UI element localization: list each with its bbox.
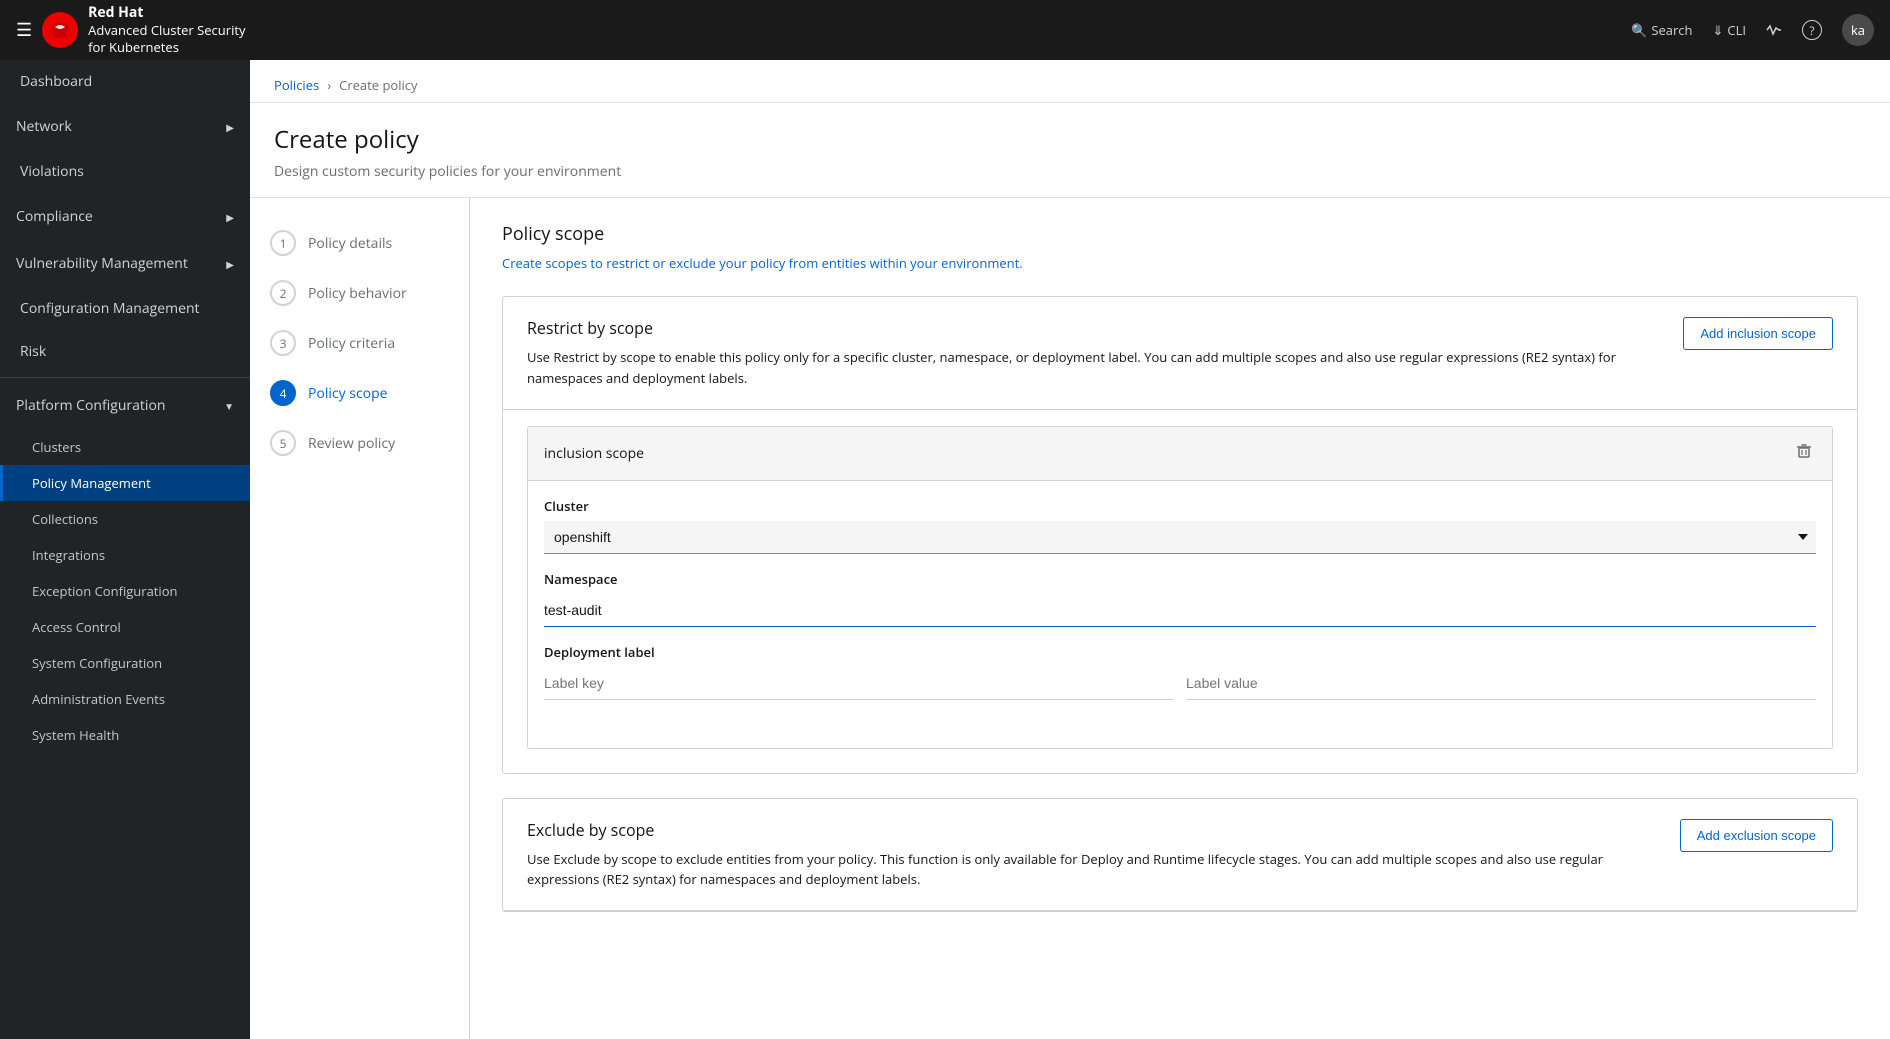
policy-scope-title: Policy scope (502, 222, 1858, 246)
deployment-label-row (544, 667, 1816, 716)
scope-card-body: Cluster openshift production staging dev (528, 481, 1832, 748)
trash-icon (1796, 443, 1812, 464)
exclude-section-info: Exclude by scope Use Exclude by scope to… (527, 819, 1656, 891)
step-number-4: 4 (270, 380, 296, 406)
sidebar-subitem-exception-configuration[interactable]: Exception Configuration (0, 573, 250, 609)
chevron-right-icon: ▶ (226, 257, 234, 271)
page-subtitle: Design custom security policies for your… (274, 162, 1866, 181)
step-label-4: Policy scope (308, 384, 388, 403)
sidebar-subitem-clusters[interactable]: Clusters (0, 429, 250, 465)
breadcrumb-current: Create policy (339, 76, 417, 94)
deployment-label-label: Deployment label (544, 643, 1816, 661)
step-number-2: 2 (270, 280, 296, 306)
namespace-form-group: Namespace (544, 570, 1816, 627)
wizard-step-5[interactable]: 5 Review policy (250, 418, 469, 468)
sidebar-subitem-system-configuration[interactable]: System Configuration (0, 645, 250, 681)
wizard-steps: 1 Policy details 2 Policy behavior 3 (250, 198, 470, 1039)
exclude-by-scope-section: Exclude by scope Use Exclude by scope to… (502, 798, 1858, 913)
policy-scope-description: Create scopes to restrict or exclude you… (502, 254, 1858, 272)
search-button[interactable]: 🔍 Search (1631, 21, 1692, 39)
restrict-by-scope-section: Restrict by scope Use Restrict by scope … (502, 296, 1858, 774)
chevron-down-icon: ▼ (224, 399, 234, 413)
wizard-step-2[interactable]: 2 Policy behavior (250, 268, 469, 318)
sidebar: Dashboard Network ▶ Violations Complianc… (0, 60, 250, 1039)
restrict-section-desc: Use Restrict by scope to enable this pol… (527, 347, 1659, 389)
step-label-2: Policy behavior (308, 284, 407, 303)
add-inclusion-scope-button[interactable]: Add inclusion scope (1683, 317, 1833, 350)
sidebar-item-platform-configuration[interactable]: Platform Configuration ▼ (0, 382, 250, 429)
exclude-section-title: Exclude by scope (527, 819, 1656, 841)
user-avatar[interactable]: ka (1842, 14, 1874, 46)
breadcrumb: Policies › Create policy (250, 60, 1890, 103)
sidebar-item-violations[interactable]: Violations (0, 150, 250, 193)
brand-area: ☰ Red Hat Advanced Cluster Security for … (16, 4, 1619, 56)
step-number-5: 5 (270, 430, 296, 456)
sidebar-item-vulnerability-management[interactable]: Vulnerability Management ▶ (0, 240, 250, 287)
cluster-form-group: Cluster openshift production staging dev (544, 497, 1816, 554)
sidebar-item-risk[interactable]: Risk (0, 330, 250, 373)
restrict-section-header: Restrict by scope Use Restrict by scope … (503, 297, 1857, 410)
cli-button[interactable]: ⇓ CLI (1712, 21, 1746, 39)
wizard-content: Policy scope Create scopes to restrict o… (470, 198, 1890, 1039)
exclude-section-desc: Use Exclude by scope to exclude entities… (527, 849, 1656, 891)
chevron-right-icon: ▶ (226, 120, 234, 134)
cluster-select[interactable]: openshift production staging dev (544, 521, 1816, 554)
sidebar-item-dashboard[interactable]: Dashboard (0, 60, 250, 103)
label-value-group (1186, 667, 1816, 700)
search-icon: 🔍 (1631, 21, 1647, 39)
sidebar-subitem-administration-events[interactable]: Administration Events (0, 681, 250, 717)
sidebar-item-configuration-management[interactable]: Configuration Management (0, 287, 250, 330)
restrict-scope-content: inclusion scope (503, 426, 1857, 773)
sidebar-item-network[interactable]: Network ▶ (0, 103, 250, 150)
sidebar-subitem-policy-management[interactable]: Policy Management (0, 465, 250, 501)
scope-card-header: inclusion scope (528, 427, 1832, 481)
content-area: Policies › Create policy Create policy D… (250, 60, 1890, 1039)
sidebar-subitem-system-health[interactable]: System Health (0, 717, 250, 753)
wizard-step-3[interactable]: 3 Policy criteria (250, 318, 469, 368)
label-key-group (544, 667, 1174, 700)
label-key-input[interactable] (544, 667, 1174, 700)
cluster-label: Cluster (544, 497, 1816, 515)
brand-logo (42, 12, 78, 48)
namespace-input[interactable] (544, 594, 1816, 627)
breadcrumb-parent[interactable]: Policies (274, 76, 319, 94)
wizard-step-4[interactable]: 4 Policy scope (250, 368, 469, 418)
restrict-section-title: Restrict by scope (527, 317, 1659, 339)
label-value-input[interactable] (1186, 667, 1816, 700)
scope-card-title: inclusion scope (544, 444, 644, 463)
inclusion-scope-card: inclusion scope (527, 426, 1833, 749)
brand-text: Red Hat Advanced Cluster Security for Ku… (88, 4, 245, 56)
sidebar-subitem-collections[interactable]: Collections (0, 501, 250, 537)
top-navigation: ☰ Red Hat Advanced Cluster Security for … (0, 0, 1890, 60)
activity-icon[interactable] (1766, 22, 1782, 38)
sidebar-subitem-access-control[interactable]: Access Control (0, 609, 250, 645)
sidebar-item-compliance[interactable]: Compliance ▶ (0, 193, 250, 240)
page-header: Create policy Design custom security pol… (250, 103, 1890, 198)
main-layout: Dashboard Network ▶ Violations Complianc… (0, 60, 1890, 1039)
page-title: Create policy (274, 123, 1866, 156)
step-label-1: Policy details (308, 234, 392, 253)
help-button[interactable]: ? (1802, 20, 1822, 40)
breadcrumb-separator: › (327, 76, 331, 94)
add-exclusion-scope-button[interactable]: Add exclusion scope (1680, 819, 1833, 852)
deployment-label-form-group: Deployment label (544, 643, 1816, 716)
delete-scope-button[interactable] (1792, 439, 1816, 468)
sidebar-divider (0, 377, 250, 378)
hamburger-icon[interactable]: ☰ (16, 18, 32, 42)
exclude-section-header: Exclude by scope Use Exclude by scope to… (503, 799, 1857, 912)
step-number-1: 1 (270, 230, 296, 256)
download-icon: ⇓ (1712, 21, 1723, 39)
wizard-step-1[interactable]: 1 Policy details (250, 218, 469, 268)
step-label-5: Review policy (308, 434, 395, 453)
sidebar-subitem-integrations[interactable]: Integrations (0, 537, 250, 573)
step-number-3: 3 (270, 330, 296, 356)
namespace-label: Namespace (544, 570, 1816, 588)
main-content: Policies › Create policy Create policy D… (250, 60, 1890, 1039)
restrict-section-info: Restrict by scope Use Restrict by scope … (527, 317, 1659, 389)
wizard-layout: 1 Policy details 2 Policy behavior 3 (250, 198, 1890, 1039)
chevron-right-icon: ▶ (226, 210, 234, 224)
step-label-3: Policy criteria (308, 334, 395, 353)
topnav-actions: 🔍 Search ⇓ CLI ? ka (1631, 14, 1874, 46)
